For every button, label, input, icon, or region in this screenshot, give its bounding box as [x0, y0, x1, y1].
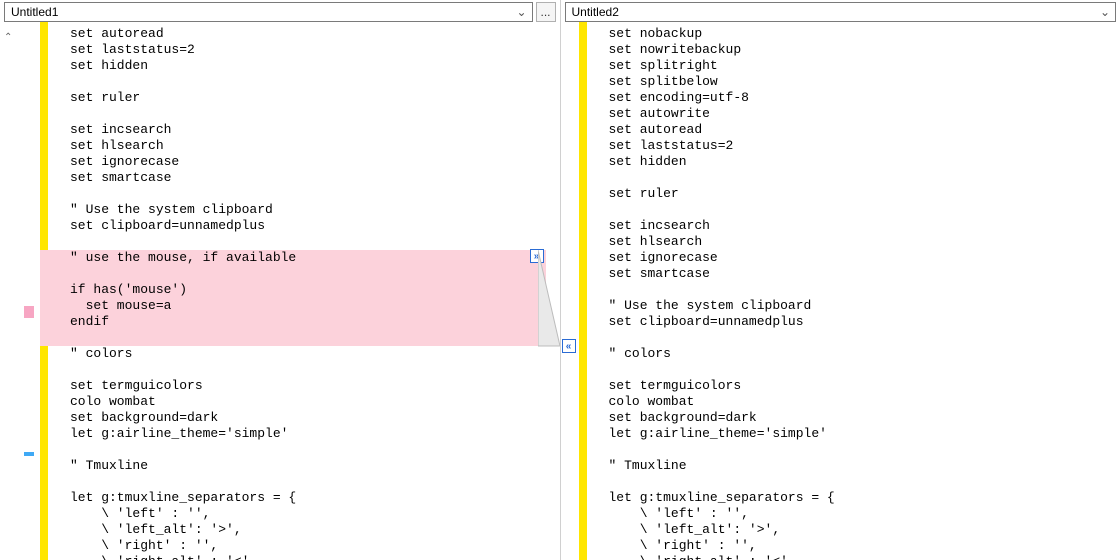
- code-line: \ 'right alt' : '<',: [579, 554, 1120, 560]
- code-line: set ignorecase: [579, 250, 1120, 266]
- move-left-icon[interactable]: «: [562, 339, 576, 353]
- code-line: [579, 474, 1120, 490]
- code-line: [40, 186, 546, 202]
- code-line: set nowritebackup: [579, 42, 1120, 58]
- code-line: let g:airline_theme='simple': [579, 426, 1120, 442]
- right-body: « set nobackupset nowritebackupset split…: [561, 22, 1120, 560]
- left-file-combo[interactable]: Untitled1 ⌄: [4, 2, 533, 22]
- code-line: let g:tmuxline_separators = {: [40, 490, 546, 506]
- code-line: set smartcase: [40, 170, 546, 186]
- code-line: set ignorecase: [40, 154, 546, 170]
- overview-diff-marker[interactable]: [24, 306, 34, 318]
- code-line: set nobackup: [579, 26, 1120, 42]
- code-line: \ 'right' : '',: [40, 538, 546, 554]
- code-line: [40, 106, 546, 122]
- code-line: set splitright: [579, 58, 1120, 74]
- chevron-down-icon[interactable]: ⌄: [514, 3, 530, 21]
- code-line: set hlsearch: [40, 138, 546, 154]
- code-line: colo wombat: [40, 394, 546, 410]
- left-overview-strip[interactable]: [22, 22, 40, 560]
- right-file-title: Untitled2: [572, 5, 1098, 19]
- code-line: [40, 474, 546, 490]
- code-line: let g:airline_theme='simple': [40, 426, 546, 442]
- code-line: set clipboard=unnamedplus: [579, 314, 1120, 330]
- left-text-area[interactable]: set autoreadset laststatus=2set hidden se…: [40, 22, 546, 560]
- code-line: set autowrite: [579, 106, 1120, 122]
- code-line: " colors: [579, 346, 1120, 362]
- code-line: \ 'left_alt': '>',: [40, 522, 546, 538]
- code-line: set clipboard=unnamedplus: [40, 218, 546, 234]
- code-line: set termguicolors: [40, 378, 546, 394]
- code-line: [579, 330, 1120, 346]
- chevron-up-icon[interactable]: ⌃: [4, 32, 12, 43]
- ellipsis-icon: ...: [540, 5, 550, 19]
- code-line: [579, 362, 1120, 378]
- code-line: set ruler: [579, 186, 1120, 202]
- code-line: " Use the system clipboard: [579, 298, 1120, 314]
- overview-cursor-marker: [24, 452, 34, 456]
- diff-connector: [538, 22, 560, 560]
- code-line: set encoding=utf-8: [579, 90, 1120, 106]
- code-line: set splitbelow: [579, 74, 1120, 90]
- code-line: set background=dark: [579, 410, 1120, 426]
- left-header: Untitled1 ⌄ ...: [0, 0, 560, 22]
- code-line: set incsearch: [40, 122, 546, 138]
- diff-root: Untitled1 ⌄ ... ⌃ set autoreadset lastst…: [0, 0, 1120, 560]
- code-line: set termguicolors: [579, 378, 1120, 394]
- code-line: set ruler: [40, 90, 546, 106]
- code-line: set background=dark: [40, 410, 546, 426]
- code-line: [40, 330, 546, 346]
- code-line: [579, 170, 1120, 186]
- left-fold-gutter[interactable]: ⌃: [0, 22, 22, 560]
- code-line: [579, 202, 1120, 218]
- left-pane: Untitled1 ⌄ ... ⌃ set autoreadset lastst…: [0, 0, 560, 560]
- right-text-area[interactable]: set nobackupset nowritebackupset splitri…: [579, 22, 1120, 560]
- code-line: endif: [40, 314, 546, 330]
- code-line: \ 'right' : '',: [579, 538, 1120, 554]
- code-line: " Tmuxline: [579, 458, 1120, 474]
- right-code-lines: set nobackupset nowritebackupset splitri…: [579, 26, 1120, 560]
- chevron-down-icon[interactable]: ⌄: [1097, 3, 1113, 21]
- code-line: set laststatus=2: [579, 138, 1120, 154]
- code-line: set smartcase: [579, 266, 1120, 282]
- code-line: \ 'left' : '',: [40, 506, 546, 522]
- right-overview-strip[interactable]: «: [561, 22, 579, 560]
- left-body: ⌃ set autoreadset laststatus=2set hidden…: [0, 22, 560, 560]
- code-line: [40, 362, 546, 378]
- code-line: set laststatus=2: [40, 42, 546, 58]
- code-line: [579, 282, 1120, 298]
- left-browse-button[interactable]: ...: [536, 2, 556, 22]
- code-line: set autoread: [579, 122, 1120, 138]
- code-line: [579, 442, 1120, 458]
- code-line: " use the mouse, if available: [40, 250, 546, 266]
- code-line: let g:tmuxline_separators = {: [579, 490, 1120, 506]
- left-file-title: Untitled1: [11, 5, 514, 19]
- right-header: Untitled2 ⌄: [561, 0, 1120, 22]
- code-line: [40, 234, 546, 250]
- code-line: [40, 74, 546, 90]
- code-line: [40, 266, 546, 282]
- code-line: [40, 442, 546, 458]
- code-line: \ 'left_alt': '>',: [579, 522, 1120, 538]
- code-line: colo wombat: [579, 394, 1120, 410]
- code-line: if has('mouse'): [40, 282, 546, 298]
- code-line: \ 'right alt' : '<',: [40, 554, 546, 560]
- code-line: set incsearch: [579, 218, 1120, 234]
- left-code-lines: set autoreadset laststatus=2set hidden se…: [40, 26, 546, 560]
- code-line: " Tmuxline: [40, 458, 546, 474]
- code-line: " Use the system clipboard: [40, 202, 546, 218]
- code-line: set hlsearch: [579, 234, 1120, 250]
- left-scroll-strip[interactable]: [546, 22, 560, 560]
- code-line: set hidden: [579, 154, 1120, 170]
- code-line: " colors: [40, 346, 546, 362]
- code-line: \ 'left' : '',: [579, 506, 1120, 522]
- code-line: set autoread: [40, 26, 546, 42]
- right-pane: Untitled2 ⌄ « set nobackupset nowritebac…: [561, 0, 1120, 560]
- code-line: set hidden: [40, 58, 546, 74]
- code-line: set mouse=a: [40, 298, 546, 314]
- right-file-combo[interactable]: Untitled2 ⌄: [565, 2, 1117, 22]
